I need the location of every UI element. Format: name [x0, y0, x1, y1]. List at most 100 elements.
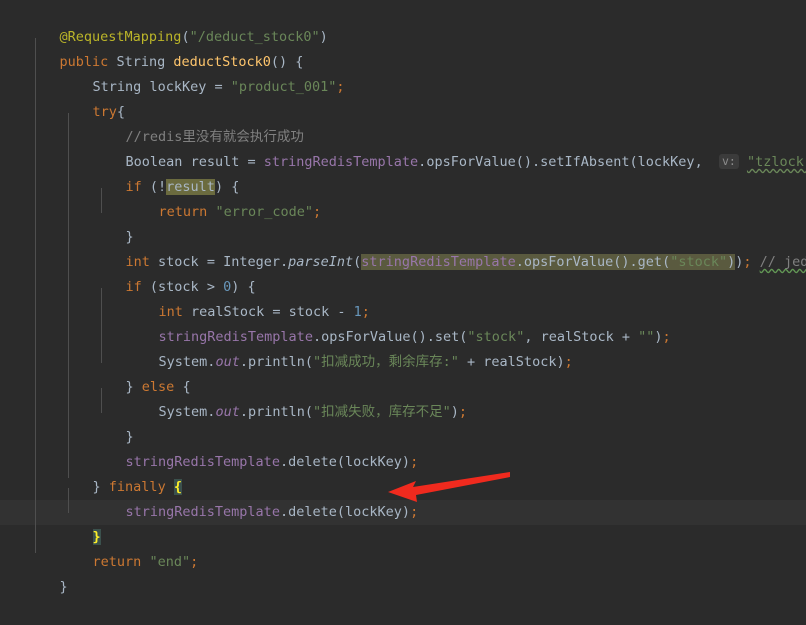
- token-paren: (: [181, 29, 190, 45]
- token-comma: ,: [524, 329, 541, 345]
- code-line-content: stringRedisTemplate.opsForValue().set("s…: [159, 325, 671, 350]
- token-brace: }: [59, 579, 68, 595]
- token-dot: .: [239, 354, 248, 370]
- code-line: stringRedisTemplate.opsForValue().set("s…: [0, 300, 806, 345]
- token-semicolon: ;: [336, 79, 345, 95]
- indent-guide: [68, 113, 69, 478]
- token-comment-jedis: // jedis.ge: [759, 254, 806, 270]
- token-operator: +: [613, 329, 639, 345]
- token-string: "/deduct_stock0": [189, 29, 320, 45]
- token-field-stringredistemplate: stringRedisTemplate: [125, 454, 280, 470]
- token-field-stringredistemplate: stringRedisTemplate: [158, 329, 313, 345]
- code-line-content: System.out.println("扣减成功，剩余库存:" + realSt…: [159, 350, 573, 375]
- code-line: Boolean result = stringRedisTemplate.ops…: [0, 125, 806, 170]
- token-var-stock: stock: [288, 304, 330, 320]
- token-paren: (: [336, 504, 346, 520]
- token-paren: (: [336, 454, 346, 470]
- code-editor[interactable]: @RequestMapping("/deduct_stock0") public…: [0, 0, 806, 595]
- token-string: "product_001": [230, 79, 337, 95]
- indent-guide: [101, 288, 102, 363]
- token-brace: }: [125, 229, 134, 245]
- token-var-stock: stock: [158, 254, 199, 270]
- indent-guide: [101, 388, 102, 413]
- token-method-parseint: parseInt: [288, 254, 354, 270]
- token-paren: ): [319, 29, 328, 45]
- code-line: return "end";: [0, 525, 806, 570]
- token-parens: ().: [613, 254, 638, 270]
- code-line-content: Boolean result = stringRedisTemplate.ops…: [126, 150, 806, 175]
- token-field-out: out: [215, 404, 240, 420]
- token-var-result-highlighted: result: [166, 179, 215, 195]
- code-line-content: int stock = Integer.parseInt(stringRedis…: [126, 250, 806, 275]
- token-dot: .: [279, 504, 289, 520]
- indent-guide: [68, 488, 69, 513]
- code-line-content: }: [60, 575, 68, 600]
- code-line-content: } else {: [126, 375, 191, 400]
- token-paren: ): [401, 454, 411, 470]
- token-method-set: set: [434, 329, 460, 345]
- token-arg-lockkey: lockKey: [345, 454, 402, 470]
- token-method-println: println: [247, 404, 305, 420]
- token-field-out: out: [215, 354, 240, 370]
- code-line: int stock = Integer.parseInt(stringRedis…: [0, 225, 806, 270]
- token-field-stringredistemplate: stringRedisTemplate: [125, 504, 280, 520]
- token-annotation: @RequestMapping: [59, 29, 182, 45]
- token-keyword-public: public: [59, 54, 109, 70]
- token-paren: (: [304, 404, 314, 420]
- token-method-opsforvalue: opsForValue: [321, 329, 411, 345]
- token-brace: }: [92, 479, 101, 495]
- code-line-content: }: [126, 225, 134, 250]
- token-var-realstock: realStock: [540, 329, 614, 345]
- token-paren: (: [141, 279, 159, 295]
- code-line: System.out.println("扣减失败，库存不足");: [0, 375, 806, 420]
- code-line-content: }: [126, 425, 134, 450]
- token-type-string: String: [116, 54, 166, 70]
- code-line-content: stringRedisTemplate.delete(lockKey);: [126, 450, 419, 475]
- token-parens: ().: [515, 154, 541, 170]
- token-paren: ): [450, 404, 459, 420]
- token-brace: {: [116, 104, 126, 120]
- code-line-content: String lockKey = "product_001";: [93, 75, 345, 100]
- token-string-deduct-success: "扣减成功，剩余库存:": [313, 354, 459, 370]
- token-operator: >: [198, 279, 224, 295]
- token-var-realstock: realStock: [483, 354, 557, 370]
- token-semicolon: ;: [410, 454, 419, 470]
- token-semicolon: ;: [312, 204, 322, 220]
- token-operator: -: [329, 304, 354, 320]
- token-number-one: 1: [353, 304, 362, 320]
- code-line: return "error_code";: [0, 175, 806, 220]
- token-type-system: System: [158, 404, 208, 420]
- token-arg-lockkey: lockKey: [637, 154, 695, 170]
- token-var-realstock: realStock: [191, 304, 265, 320]
- token-semicolon: ;: [662, 329, 671, 345]
- token-dot: .: [279, 254, 289, 270]
- token-string-empty: "": [638, 329, 655, 345]
- token-semicolon: ;: [190, 554, 199, 570]
- token-var-stock: stock: [158, 279, 199, 295]
- token-method-get: get: [637, 254, 663, 270]
- token-string-end: "end": [149, 554, 191, 570]
- token-comment: //redis里没有就会执行成功: [125, 129, 304, 145]
- token-method-opsforvalue: opsForValue: [523, 254, 614, 270]
- token-brace-match-close: }: [92, 529, 101, 545]
- token-keyword-if: if: [125, 279, 142, 295]
- token-type-boolean: Boolean: [125, 154, 183, 170]
- token-semicolon: ;: [361, 304, 370, 320]
- token-semicolon: ;: [564, 354, 573, 370]
- code-line-content: int realStock = stock - 1;: [159, 300, 370, 325]
- token-brace: }: [125, 429, 134, 445]
- token-equals: =: [264, 304, 289, 320]
- code-line-content: public String deductStock0() {: [60, 50, 304, 75]
- token-keyword-else: else: [141, 379, 175, 395]
- code-line-content: //redis里没有就会执行成功: [126, 125, 304, 150]
- token-dot: .: [239, 404, 248, 420]
- token-comma: ,: [694, 154, 719, 170]
- token-string-stock: "stock": [670, 254, 728, 270]
- inlay-hint-badge[interactable]: v:: [718, 154, 739, 169]
- token-method-delete: delete: [288, 504, 337, 520]
- code-line-content: try{: [93, 100, 126, 125]
